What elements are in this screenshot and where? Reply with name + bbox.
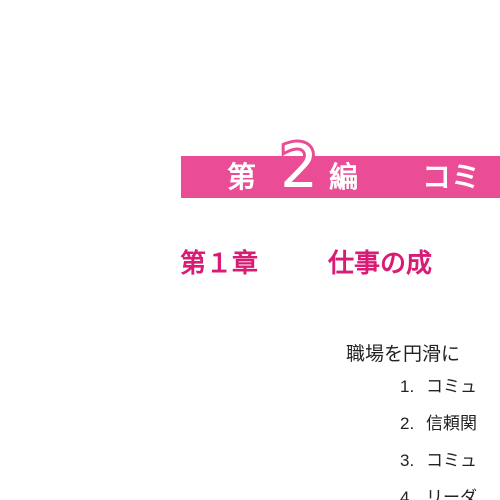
chapter-title: 仕事の成 (328, 249, 433, 279)
section-number: 1. (400, 377, 415, 396)
chapter-label: 第１章 (180, 249, 259, 279)
document-page: 第 2 編 コミ 第１章 仕事の成 職場を円滑に 1. コミュ 2. 信頼関 3. コミ… (0, 0, 500, 500)
section-item: 1. コミュ (400, 368, 477, 405)
section-title: 信頼関 (426, 414, 477, 434)
part-title-banner: 第 2 編 コミ (181, 129, 500, 205)
part-suffix: 編 (329, 160, 359, 194)
part-number: 2 (277, 129, 321, 205)
section-title: コミュ (426, 451, 477, 471)
intro-text: 職場を円滑に (346, 343, 461, 365)
section-item: 2. 信頼関 (400, 405, 477, 442)
section-title: コミュ (426, 377, 477, 397)
part-prefix: 第 (227, 160, 257, 194)
section-number: 2. (400, 414, 415, 433)
section-list: 1. コミュ 2. 信頼関 3. コミュ 4. リーダ (400, 368, 477, 500)
chapter-heading: 第１章 仕事の成 (180, 240, 432, 288)
section-item: 3. コミュ (400, 442, 477, 479)
section-number: 4. (400, 488, 415, 500)
section-number: 3. (400, 451, 415, 470)
part-title: コミ (422, 160, 481, 194)
section-title: リーダ (426, 488, 477, 500)
section-item: 4. リーダ (400, 479, 477, 500)
